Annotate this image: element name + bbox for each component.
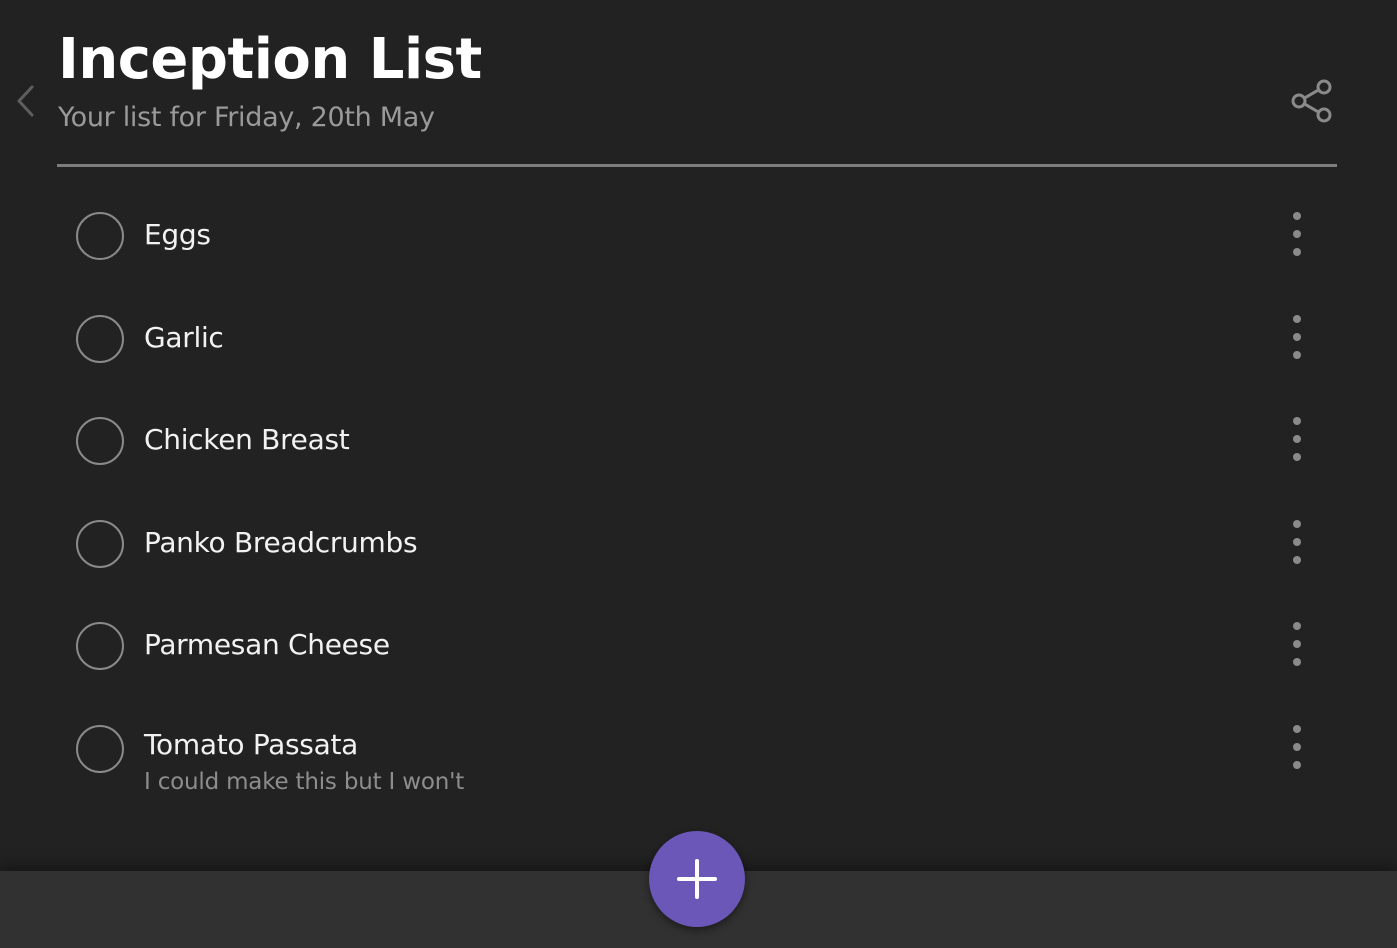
more-vertical-icon[interactable] — [1284, 417, 1310, 461]
share-icon[interactable] — [1290, 78, 1336, 124]
item-label[interactable]: Garlic — [144, 318, 224, 358]
list-item: Panko Breadcrumbs — [0, 494, 1397, 597]
list-item: Parmesan Cheese — [0, 596, 1397, 699]
item-label[interactable]: Eggs — [144, 215, 211, 255]
item-checkbox[interactable] — [76, 417, 124, 465]
item-label[interactable]: Tomato Passata — [144, 725, 358, 765]
page-subtitle: Your list for Friday, 20th May — [58, 102, 435, 133]
list-item: Chicken Breast — [0, 391, 1397, 494]
item-label[interactable]: Parmesan Cheese — [144, 625, 390, 665]
item-checkbox[interactable] — [76, 724, 124, 773]
more-vertical-icon[interactable] — [1284, 519, 1310, 564]
more-vertical-icon[interactable] — [1284, 212, 1310, 256]
chevron-left-icon[interactable] — [14, 84, 38, 118]
list-header: Inception List Your list for Friday, 20t… — [58, 22, 1337, 138]
list-item: Garlic — [0, 289, 1397, 392]
item-checkbox[interactable] — [76, 212, 124, 260]
app-window: Inception List Your list for Friday, 20t… — [0, 0, 1397, 948]
item-checkbox[interactable] — [76, 314, 124, 363]
more-vertical-icon[interactable] — [1284, 724, 1310, 769]
list-item: Eggs — [0, 186, 1397, 289]
list-item: Tomato Passata I could make this but I w… — [0, 699, 1397, 802]
item-label[interactable]: Chicken Breast — [144, 420, 350, 460]
more-vertical-icon[interactable] — [1284, 314, 1310, 359]
shopping-list: Eggs Garlic Chicken Breast Panko Breadcr… — [0, 186, 1397, 801]
header-divider — [57, 164, 1337, 167]
plus-icon — [677, 859, 717, 899]
item-checkbox[interactable] — [76, 519, 124, 568]
page-title: Inception List — [58, 27, 482, 92]
more-vertical-icon[interactable] — [1284, 622, 1310, 666]
item-note: I could make this but I won't — [144, 768, 465, 795]
item-label[interactable]: Panko Breadcrumbs — [144, 523, 418, 563]
add-item-button[interactable] — [649, 831, 745, 927]
item-checkbox[interactable] — [76, 622, 124, 670]
